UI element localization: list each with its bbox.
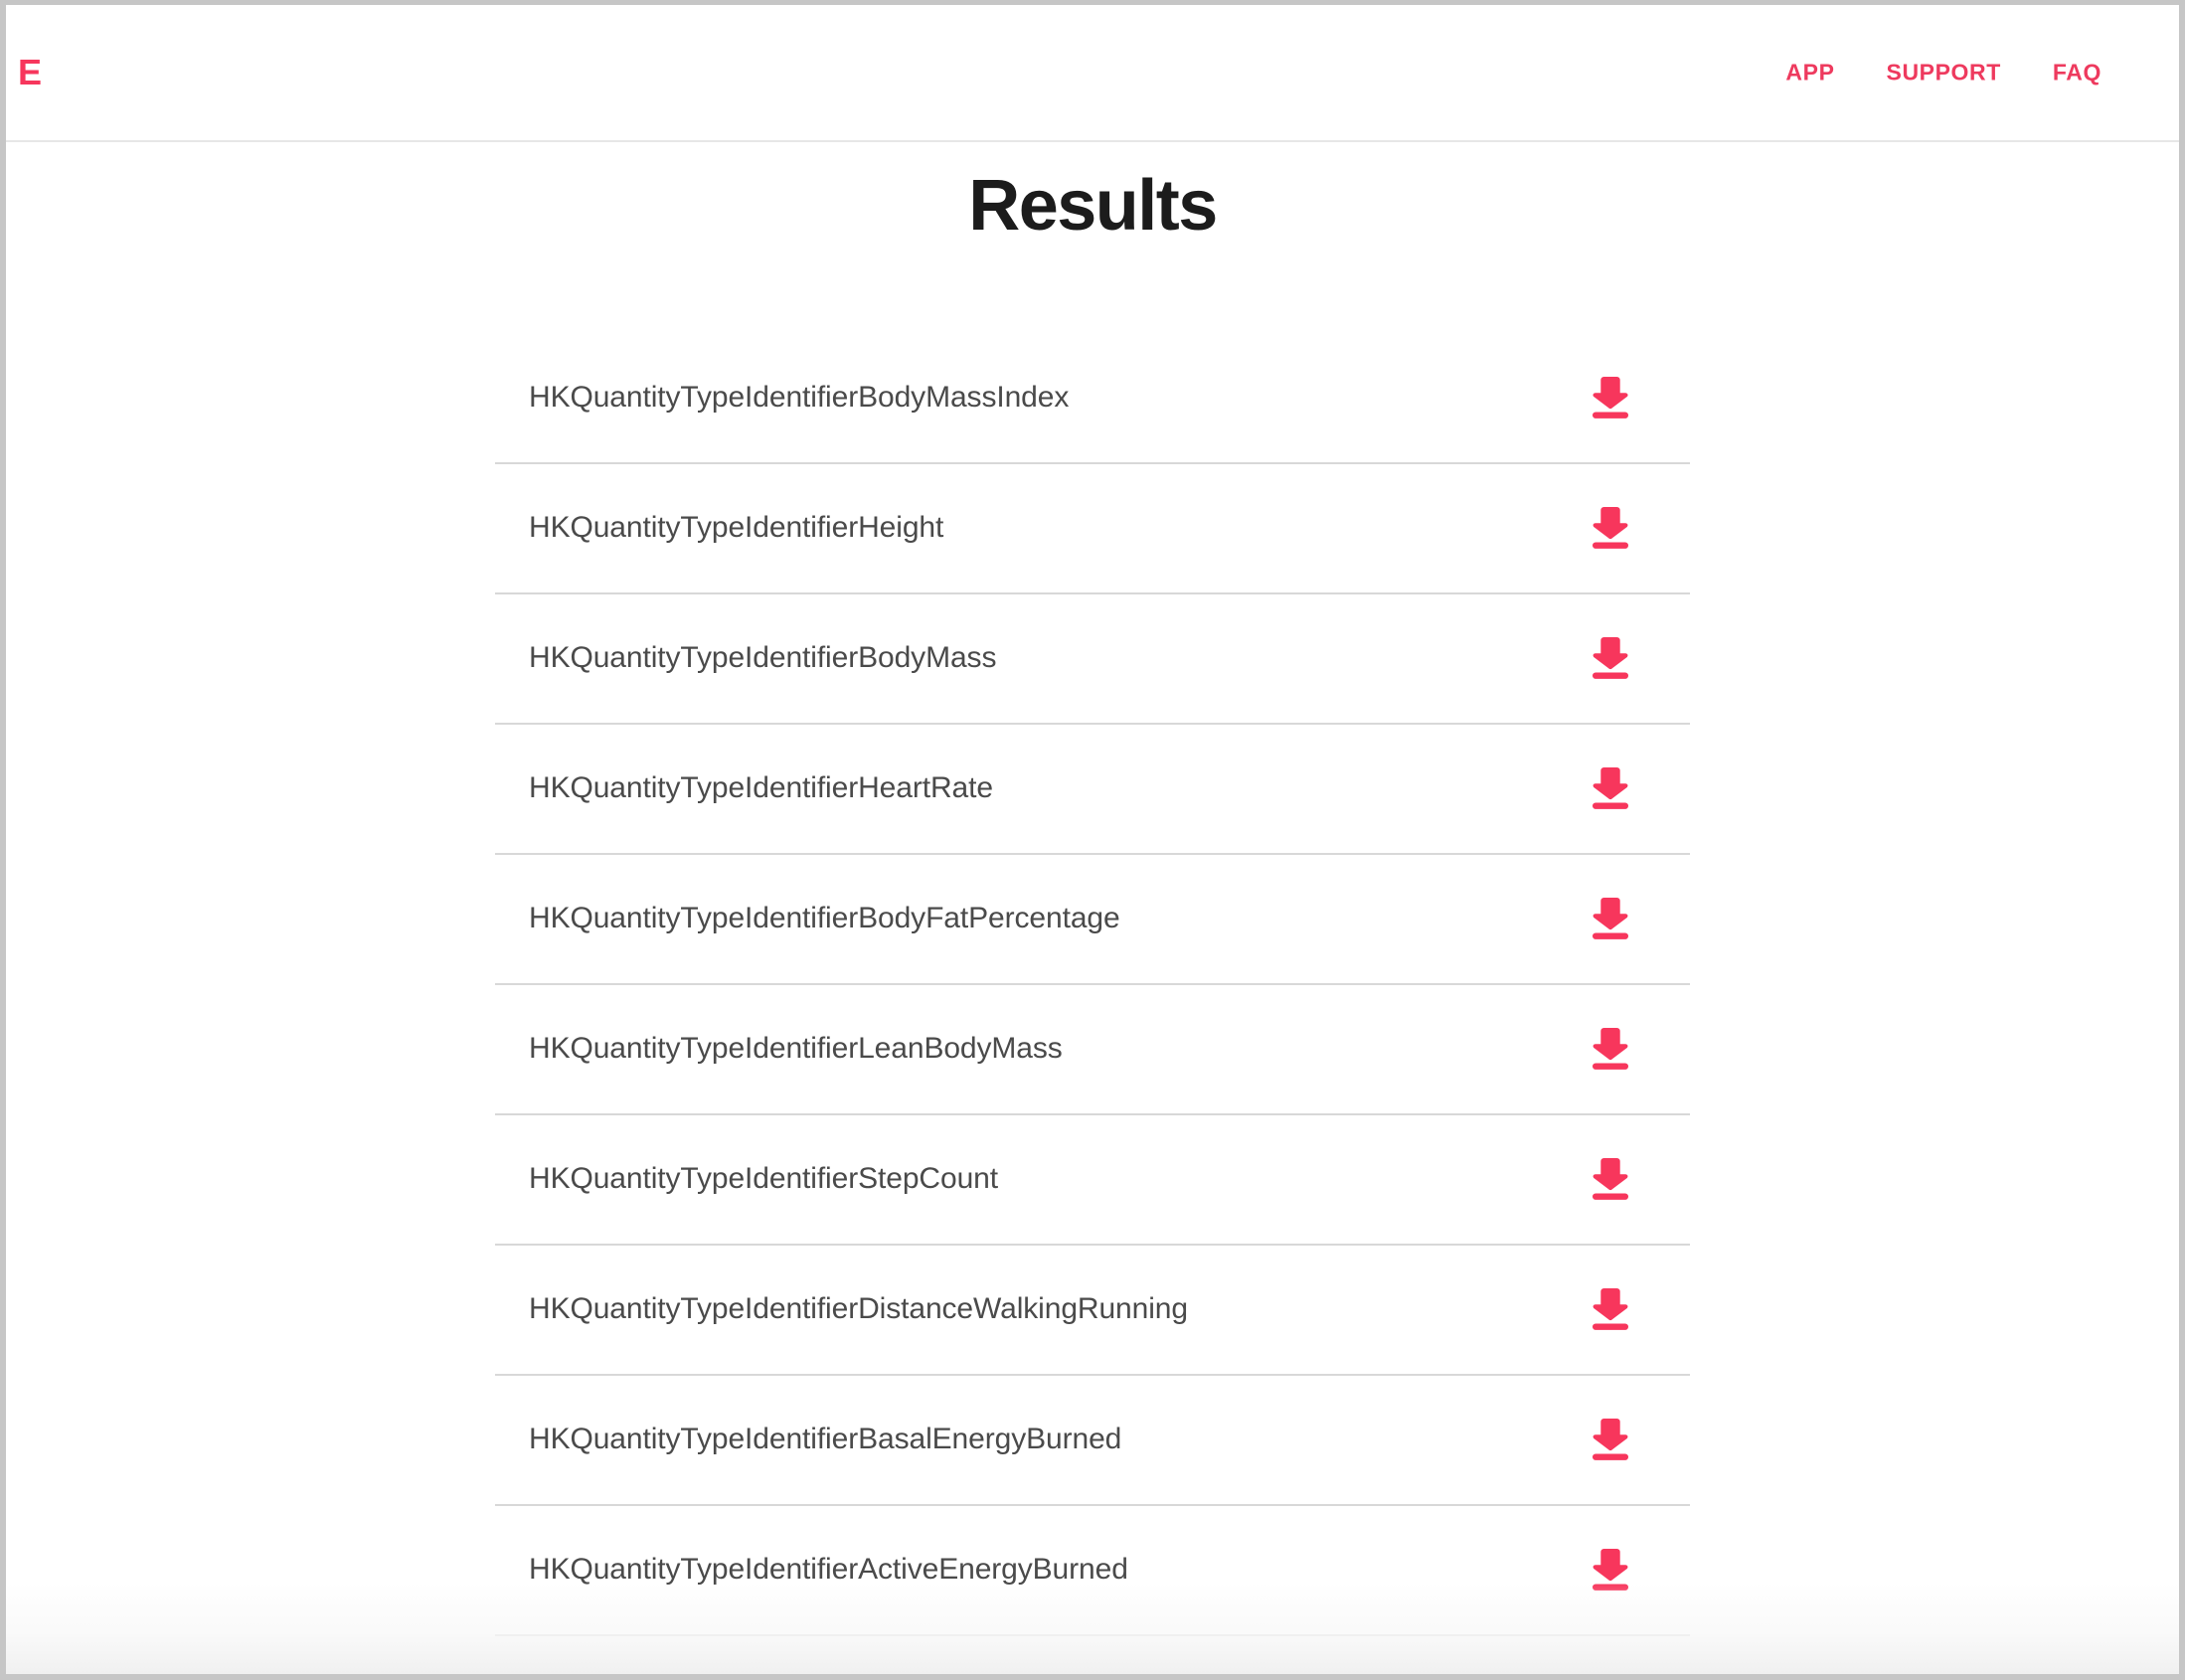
- nav-link-app[interactable]: APP: [1785, 60, 1834, 86]
- download-button[interactable]: [1583, 370, 1638, 425]
- result-row: HKQuantityTypeIdentifierStepCount: [495, 1115, 1690, 1246]
- result-row-label: HKQuantityTypeIdentifierDistanceWalkingR…: [529, 1292, 1188, 1326]
- download-button[interactable]: [1583, 891, 1638, 946]
- download-button[interactable]: [1583, 760, 1638, 816]
- result-row-label: HKQuantityTypeIdentifierBodyFatPercentag…: [529, 902, 1120, 935]
- result-row-label: HKQuantityTypeIdentifierBasalEnergyBurne…: [529, 1423, 1122, 1456]
- result-row: HKQuantityTypeIdentifierLeanBodyMass: [495, 985, 1690, 1115]
- download-icon: [1593, 1549, 1628, 1592]
- content-area: Results HKQuantityTypeIdentifierBodyMass…: [6, 142, 2179, 1674]
- result-row-label: HKQuantityTypeIdentifierLeanBodyMass: [529, 1032, 1063, 1066]
- download-icon: [1593, 507, 1628, 550]
- download-icon: [1593, 637, 1628, 680]
- result-row-label: HKQuantityTypeIdentifierStepCount: [529, 1162, 998, 1196]
- results-list: HKQuantityTypeIdentifierBodyMassIndex HKQ…: [495, 334, 1690, 1636]
- page-title: Results: [968, 166, 1218, 246]
- download-button[interactable]: [1583, 1542, 1638, 1597]
- result-row-label: HKQuantityTypeIdentifierHeight: [529, 511, 944, 545]
- download-icon: [1593, 1158, 1628, 1201]
- result-row: HKQuantityTypeIdentifierActiveEnergyBurn…: [495, 1506, 1690, 1636]
- download-icon: [1593, 1028, 1628, 1071]
- nav-link-support[interactable]: SUPPORT: [1887, 60, 2001, 86]
- brand-logo[interactable]: E: [18, 55, 42, 90]
- result-row: HKQuantityTypeIdentifierBodyMass: [495, 594, 1690, 725]
- result-row: HKQuantityTypeIdentifierBasalEnergyBurne…: [495, 1376, 1690, 1506]
- result-row: HKQuantityTypeIdentifierHeight: [495, 464, 1690, 594]
- download-icon: [1593, 898, 1628, 940]
- main-navigation: APP SUPPORT FAQ: [1785, 60, 2101, 86]
- result-row: HKQuantityTypeIdentifierHeartRate: [495, 725, 1690, 855]
- download-button[interactable]: [1583, 1021, 1638, 1077]
- download-button[interactable]: [1583, 630, 1638, 686]
- download-button[interactable]: [1583, 500, 1638, 556]
- result-row-label: HKQuantityTypeIdentifierActiveEnergyBurn…: [529, 1553, 1128, 1587]
- browser-page-frame: E APP SUPPORT FAQ Results HKQuantityType…: [0, 0, 2185, 1680]
- result-row: HKQuantityTypeIdentifierBodyMassIndex: [495, 334, 1690, 464]
- result-row: HKQuantityTypeIdentifierDistanceWalkingR…: [495, 1246, 1690, 1376]
- site-header: E APP SUPPORT FAQ: [6, 5, 2179, 142]
- download-button[interactable]: [1583, 1281, 1638, 1337]
- download-button[interactable]: [1583, 1151, 1638, 1207]
- download-icon: [1593, 1419, 1628, 1461]
- result-row: HKQuantityTypeIdentifierBodyFatPercentag…: [495, 855, 1690, 985]
- result-row-label: HKQuantityTypeIdentifierBodyMass: [529, 641, 997, 675]
- result-row-label: HKQuantityTypeIdentifierBodyMassIndex: [529, 381, 1070, 415]
- nav-link-faq[interactable]: FAQ: [2053, 60, 2101, 86]
- download-icon: [1593, 377, 1628, 420]
- result-row-label: HKQuantityTypeIdentifierHeartRate: [529, 771, 993, 805]
- download-button[interactable]: [1583, 1412, 1638, 1467]
- download-icon: [1593, 767, 1628, 810]
- download-icon: [1593, 1288, 1628, 1331]
